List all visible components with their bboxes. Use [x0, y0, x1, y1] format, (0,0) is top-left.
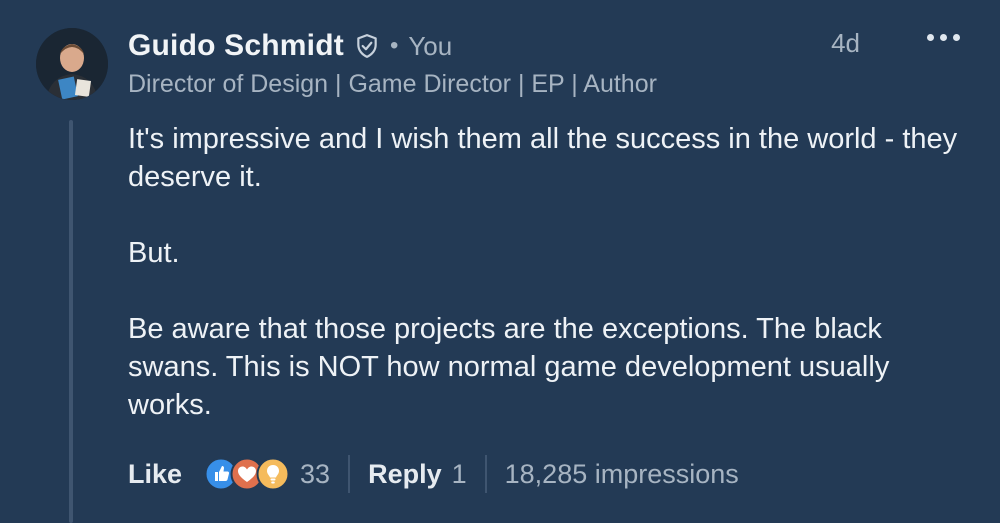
more-horizontal-icon[interactable] [927, 34, 960, 41]
like-button[interactable]: Like [128, 459, 182, 490]
thread-line [69, 120, 73, 523]
comment-actions: Like 33 Reply 1 18,285 impressions [128, 454, 739, 494]
avatar-photo [36, 28, 108, 100]
reply-count[interactable]: 1 [452, 459, 467, 490]
divider [484, 455, 487, 493]
relation-label: You [408, 30, 453, 61]
divider [348, 455, 351, 493]
shield-check-icon [354, 33, 380, 59]
author-name[interactable]: Guido Schmidt [128, 29, 344, 63]
reaction-count: 33 [300, 458, 331, 489]
avatar[interactable] [36, 28, 108, 100]
comment-body: It's impressive and I wish them all the … [128, 120, 968, 424]
comment-paragraph: It's impressive and I wish them all the … [128, 123, 958, 193]
impressions-count[interactable]: 18,285 impressions [505, 459, 739, 490]
reply-button[interactable]: Reply [368, 459, 442, 490]
author-headline: Director of Design | Game Director | EP … [128, 70, 657, 98]
timestamp: 4d [831, 28, 860, 58]
separator-dot: • [389, 32, 399, 59]
comment-paragraph: Be aware that those projects are the exc… [128, 313, 890, 421]
comment-paragraph: But. [128, 237, 180, 269]
insightful-reaction-icon [256, 457, 290, 491]
reactions-summary[interactable]: 33 [204, 457, 330, 491]
comment-header: Guido Schmidt • You 4d [128, 26, 960, 66]
